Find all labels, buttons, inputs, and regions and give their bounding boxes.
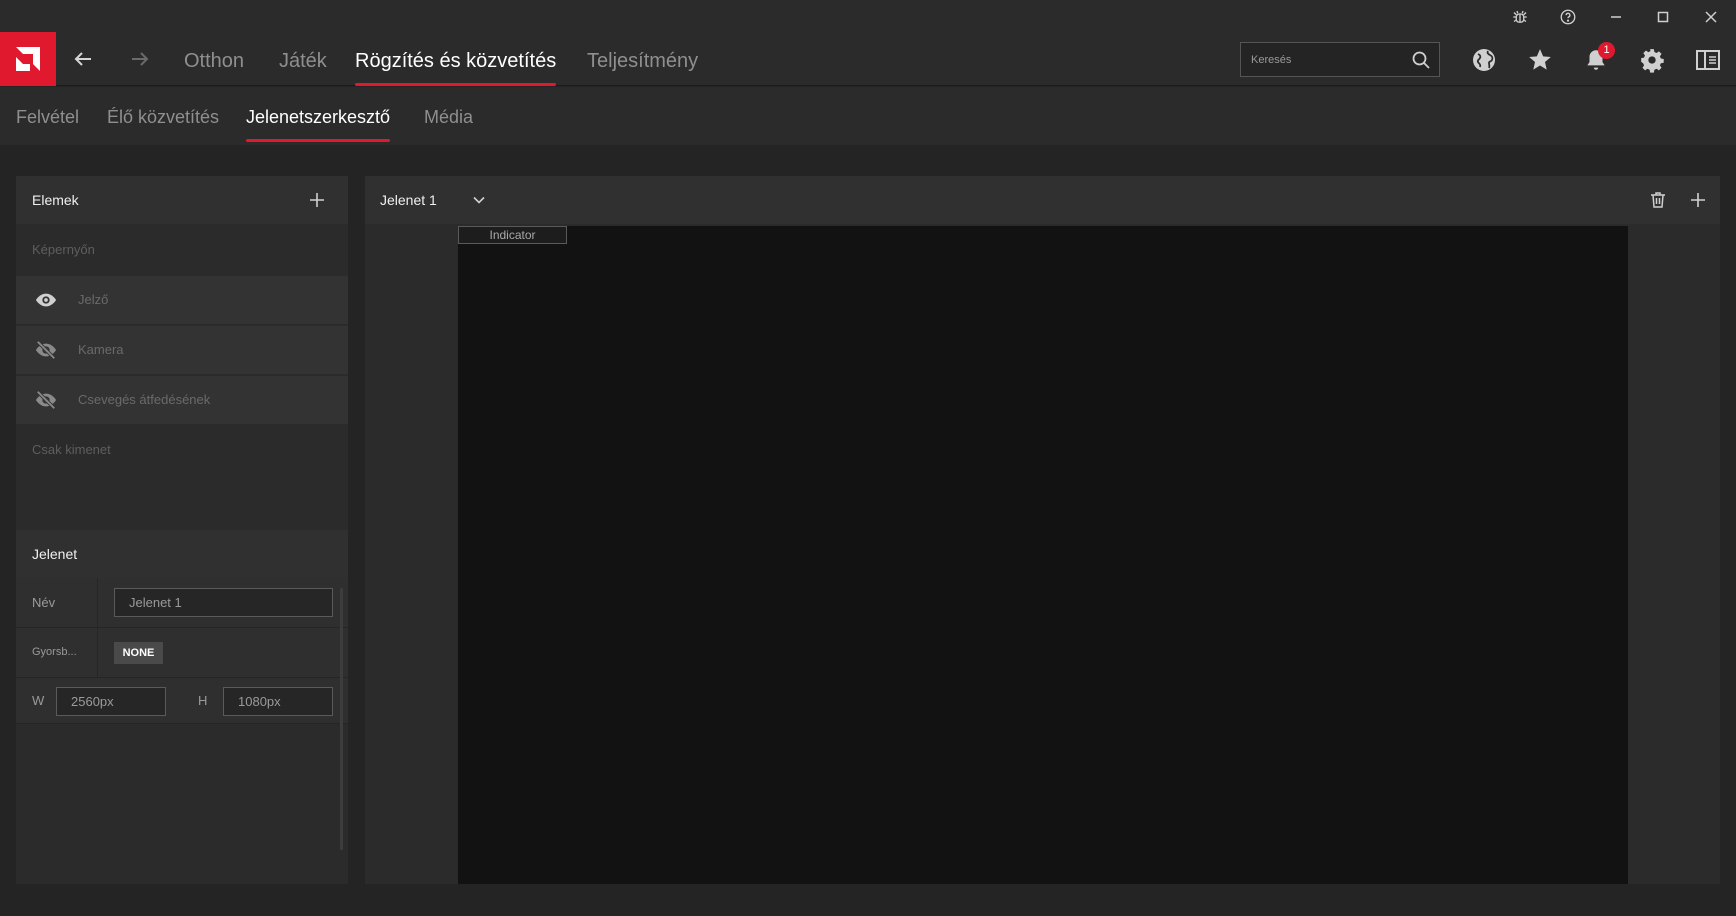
- row-divider: [97, 628, 98, 677]
- language-button[interactable]: [1468, 44, 1500, 76]
- forward-arrow-icon: [132, 52, 149, 66]
- sub-navigation: Felvétel Élő közvetítés Jelenetszerkeszt…: [0, 87, 1736, 145]
- scene-selector-label[interactable]: Jelenet 1: [380, 176, 437, 224]
- name-label: Név: [32, 595, 56, 610]
- trash-icon: [1651, 192, 1665, 208]
- star-icon: [1529, 49, 1551, 70]
- height-field[interactable]: 1080px: [223, 687, 333, 716]
- element-row-kamera[interactable]: Kamera: [16, 326, 348, 374]
- sidebar-panel-icon: [1696, 50, 1720, 70]
- back-arrow-icon: [74, 52, 91, 66]
- visibility-toggle[interactable]: [34, 338, 58, 362]
- search-box[interactable]: [1240, 42, 1440, 77]
- delete-scene-button[interactable]: [1646, 188, 1670, 212]
- tab-felvetel[interactable]: Felvétel: [16, 87, 79, 142]
- width-label: W: [32, 693, 45, 708]
- notifications-button[interactable]: 1: [1580, 42, 1615, 76]
- on-screen-label: Képernyőn: [32, 242, 95, 257]
- gear-icon: [1641, 49, 1664, 73]
- indicator-element[interactable]: Indicator: [458, 226, 567, 244]
- add-element-button[interactable]: [305, 188, 329, 212]
- scene-toolbar: Jelenet 1: [365, 176, 1720, 224]
- scene-editor-panel: Jelenet 1 Indicator: [365, 176, 1720, 884]
- search-input[interactable]: [1251, 43, 1401, 76]
- back-button[interactable]: [68, 44, 98, 74]
- tab-teljesitmeny[interactable]: Teljesítmény: [587, 32, 698, 86]
- maximize-button[interactable]: [1643, 4, 1683, 30]
- close-icon: [1705, 11, 1717, 23]
- scene-canvas[interactable]: [458, 226, 1628, 884]
- element-label: Csevegés átfedésének: [78, 392, 211, 407]
- chevron-down-icon: [473, 196, 485, 204]
- minimize-button[interactable]: [1596, 4, 1636, 30]
- add-scene-button[interactable]: [1686, 188, 1710, 212]
- hotkey-button[interactable]: NONE: [114, 642, 163, 664]
- row-divider: [97, 578, 98, 627]
- output-only-label: Csak kimenet: [32, 442, 111, 457]
- tab-jatek[interactable]: Játék: [279, 32, 327, 86]
- eye-icon: [35, 293, 57, 307]
- visibility-toggle[interactable]: [34, 288, 58, 312]
- tab-elo-kozvetites[interactable]: Élő közvetítés: [107, 87, 219, 142]
- search-button[interactable]: [1411, 50, 1431, 70]
- tab-otthon[interactable]: Otthon: [184, 32, 244, 86]
- element-row-csevegés[interactable]: Csevegés átfedésének: [16, 376, 348, 424]
- hotkey-row: Gyorsb... NONE: [16, 628, 348, 678]
- dimensions-row: W 2560px H 1080px: [16, 678, 348, 724]
- minimize-icon: [1611, 16, 1621, 18]
- forward-button[interactable]: [125, 44, 155, 74]
- bug-icon: [1513, 10, 1527, 23]
- scene-name-row: Név Jelenet 1: [16, 578, 348, 628]
- element-row-jelzo[interactable]: Jelző: [16, 276, 348, 324]
- scene-name-field[interactable]: Jelenet 1: [114, 588, 333, 617]
- scene-dropdown-button[interactable]: [468, 189, 490, 211]
- help-button[interactable]: [1548, 4, 1588, 30]
- settings-button[interactable]: [1636, 44, 1668, 76]
- scene-header: Jelenet: [16, 530, 348, 578]
- close-button[interactable]: [1691, 4, 1731, 30]
- left-panel: Elemek Képernyőn Jelző Kamera Csevegés á…: [16, 176, 348, 884]
- main-navigation: Otthon Játék Rögzítés és közvetítés Telj…: [0, 32, 1736, 86]
- help-icon: [1560, 9, 1576, 25]
- width-field[interactable]: 2560px: [56, 687, 166, 716]
- element-label: Jelző: [78, 292, 109, 307]
- hotkey-label: Gyorsb...: [32, 646, 77, 658]
- maximize-icon: [1657, 11, 1669, 23]
- bug-report-button[interactable]: [1500, 4, 1540, 30]
- eye-off-icon: [35, 390, 57, 410]
- amd-logo-icon: [16, 47, 40, 71]
- tab-jelenetszerkeszto[interactable]: Jelenetszerkesztő: [246, 87, 391, 142]
- eye-off-icon: [35, 340, 57, 360]
- favorites-button[interactable]: [1524, 44, 1556, 76]
- tab-media[interactable]: Média: [424, 87, 473, 142]
- element-label: Kamera: [78, 342, 124, 357]
- elements-title: Elemek: [32, 192, 79, 208]
- notification-badge: 1: [1598, 42, 1615, 59]
- scene-title: Jelenet: [32, 546, 78, 562]
- elements-header: Elemek: [16, 176, 348, 224]
- search-icon: [1412, 51, 1430, 69]
- plus-icon: [1691, 193, 1705, 207]
- plus-icon: [310, 193, 324, 207]
- visibility-toggle[interactable]: [34, 388, 58, 412]
- scrollbar[interactable]: [340, 588, 343, 850]
- tab-rogzites-es-kozvetites[interactable]: Rögzítés és közvetítés: [355, 32, 557, 86]
- title-bar: [0, 0, 1736, 32]
- globe-icon: [1473, 49, 1495, 71]
- sidebar-toggle-button[interactable]: [1692, 44, 1724, 76]
- height-label: H: [198, 693, 208, 708]
- amd-logo[interactable]: [0, 32, 56, 86]
